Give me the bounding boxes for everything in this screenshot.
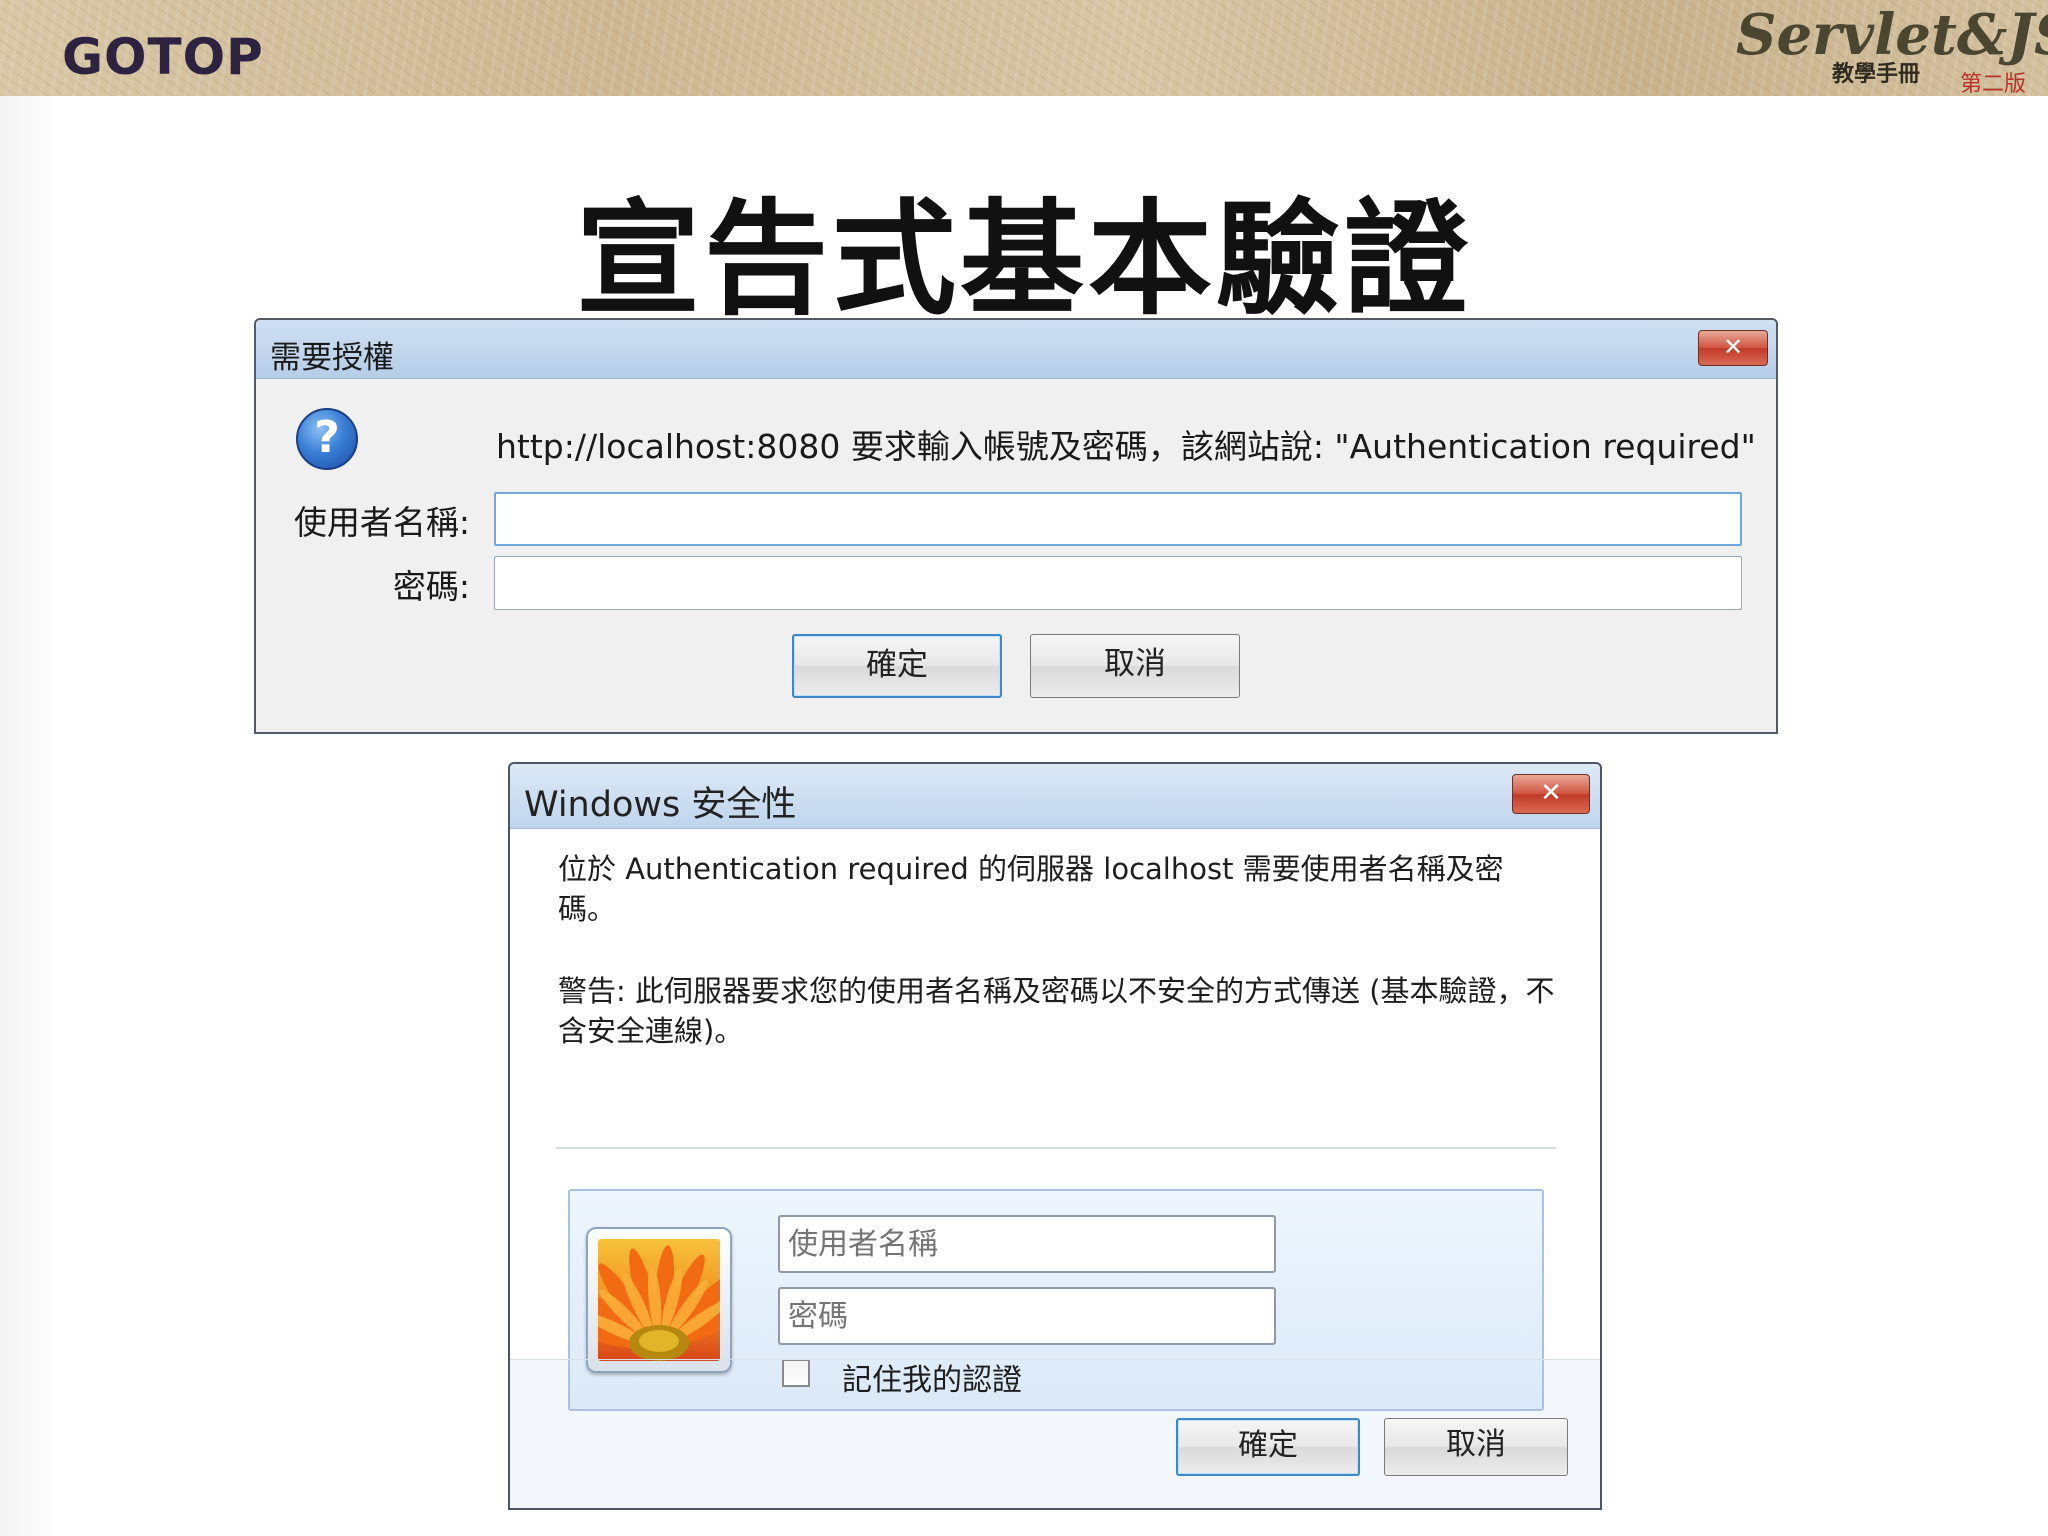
book-logo: Servlet&JSP 教學手冊 第二版 bbox=[1736, 0, 2048, 97]
password-field[interactable] bbox=[494, 556, 1742, 610]
dialog-content: 位於 Authentication required 的伺服器 localhos… bbox=[510, 829, 1600, 1411]
remember-checkbox[interactable] bbox=[782, 1359, 810, 1387]
auth-message: http://localhost:8080 要求輸入帳號及密碼，該網站說: "A… bbox=[496, 427, 1756, 466]
book-logo-edition: 第二版 bbox=[1960, 72, 2027, 97]
ok-button[interactable]: 確定 bbox=[1176, 1418, 1360, 1476]
cancel-button[interactable]: 取消 bbox=[1030, 634, 1240, 698]
username-field[interactable] bbox=[778, 1215, 1276, 1273]
password-label: 密碼: bbox=[392, 567, 470, 606]
security-warning: 警告: 此伺服器要求您的使用者名稱及密碼以不安全的方式傳送 (基本驗證，不含安全… bbox=[558, 974, 1555, 1048]
help-question-icon: ? bbox=[296, 408, 358, 470]
slide-header-band: GOTOP Servlet&JSP 教學手冊 第二版 bbox=[0, 0, 2048, 97]
credential-tile[interactable]: 記住我的認證 bbox=[568, 1189, 1544, 1411]
slide-title: 宣告式基本驗證 bbox=[575, 188, 1472, 332]
cancel-button[interactable]: 取消 bbox=[1384, 1418, 1568, 1476]
book-logo-subtitle: 教學手冊 bbox=[1832, 62, 1921, 87]
close-icon: ✕ bbox=[1540, 778, 1562, 808]
close-button[interactable]: ✕ bbox=[1698, 330, 1768, 366]
auth-required-dialog: 需要授權 ✕ ? http://localhost:8080 要求輸入帳號及密碼… bbox=[254, 318, 1778, 734]
divider bbox=[556, 1147, 1556, 1149]
dialog-title: Windows 安全性 bbox=[524, 785, 797, 825]
windows-security-dialog: Windows 安全性 ✕ 位於 Authentication required… bbox=[508, 762, 1602, 1510]
password-field[interactable] bbox=[778, 1287, 1276, 1345]
dialog-title: 需要授權 bbox=[270, 340, 394, 376]
close-button[interactable]: ✕ bbox=[1512, 774, 1590, 814]
user-avatar-flower-icon bbox=[598, 1239, 720, 1361]
footer-divider bbox=[510, 1359, 1600, 1360]
remember-label: 記住我的認證 bbox=[842, 1363, 1022, 1398]
avatar bbox=[586, 1227, 732, 1373]
server-message: 位於 Authentication required 的伺服器 localhos… bbox=[558, 852, 1504, 926]
publisher-logo: GOTOP bbox=[62, 28, 264, 86]
username-label: 使用者名稱: bbox=[293, 503, 470, 542]
close-icon: ✕ bbox=[1722, 333, 1744, 361]
dialog-titlebar[interactable]: 需要授權 ✕ bbox=[256, 320, 1776, 379]
ok-button[interactable]: 確定 bbox=[792, 634, 1002, 698]
dialog-titlebar[interactable]: Windows 安全性 ✕ bbox=[510, 764, 1600, 829]
username-field[interactable] bbox=[494, 492, 1742, 546]
